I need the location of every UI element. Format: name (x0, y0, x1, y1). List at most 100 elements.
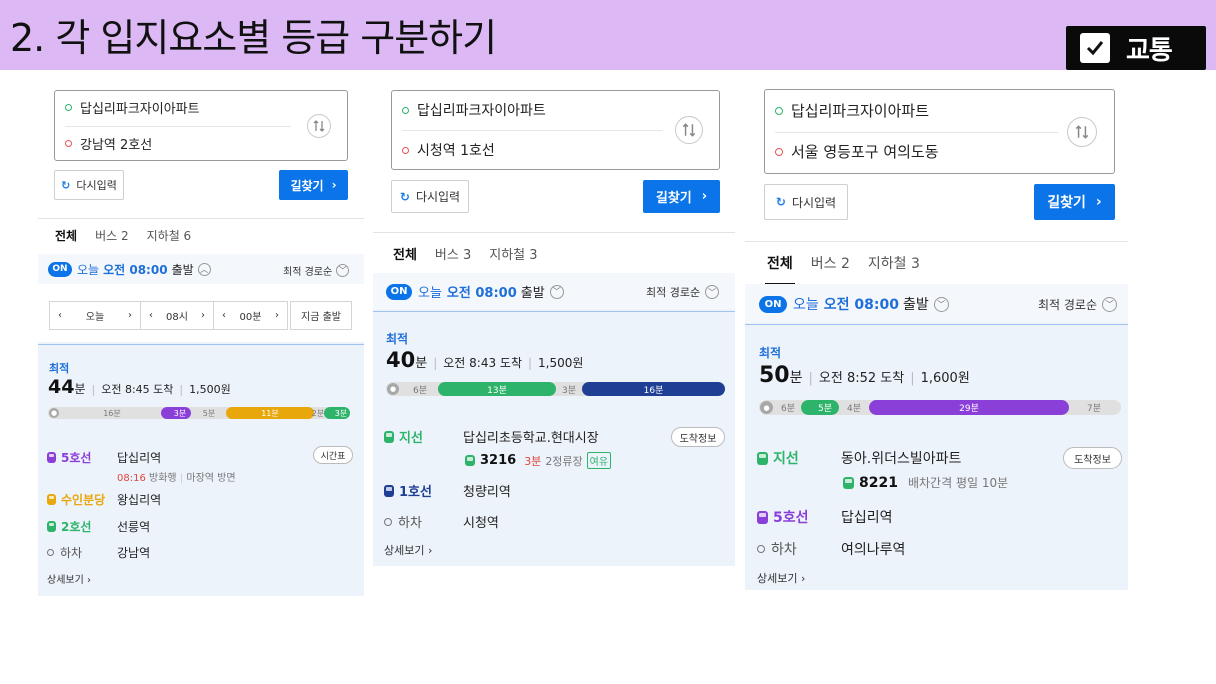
route-timeline-bar: ● 16분 3분 5분 11분 2분 3분 (48, 407, 350, 419)
congestion-badge: 여유 (586, 452, 612, 469)
route-timeline-bar: ● 6분 13분 3분 16분 (386, 382, 725, 396)
best-label: 최적 (386, 332, 409, 346)
swap-icon[interactable] (675, 116, 703, 144)
chevron-down-icon[interactable]: ﹀ (549, 284, 564, 299)
route-panel-1: 답십리파크자이아파트 강남역 2호선 ↻ 다시입력 길찾기 › 전체 버스 2 지하… (38, 82, 364, 596)
route-panel-2: 답십리파크자이아파트 시청역 1호선 ↻ 다시입력 길찾기 › 전체 버스 3 지하… (373, 82, 735, 566)
sort-selector[interactable]: 최적 경로순 ﹀ (646, 284, 720, 300)
sort-selector[interactable]: 최적 경로순 ﹀ (1038, 296, 1118, 313)
walk-segment: 6분 (412, 385, 427, 396)
reset-button[interactable]: ↻ 다시입력 (54, 170, 124, 200)
destination-field[interactable]: 시청역 1호선 (402, 140, 495, 160)
walk-segment: 4분 (846, 404, 861, 414)
walk-segment: 6분 (780, 404, 795, 414)
refresh-icon: ↻ (61, 178, 71, 192)
arrival-info-button[interactable]: 도착정보 (1063, 447, 1122, 469)
route-summary: 40 분 | 오전 8:43 도착 | 1,500원 (386, 348, 584, 372)
bus-info: 8221 배차간격 평일 10분 (843, 474, 1008, 491)
chevron-up-icon[interactable]: ︿ (197, 263, 211, 276)
departure-setting[interactable]: ON 오늘 오전 08:00 출발 ﹀ (386, 282, 564, 301)
hour-picker[interactable]: ‹ 08시 › (140, 301, 214, 330)
step-line5: 5호선 답십리역 (47, 449, 357, 465)
subway-icon (47, 493, 56, 505)
sort-selector[interactable]: 최적 경로순 ﹀ (283, 263, 350, 278)
tab-subway[interactable]: 지하철 6 (147, 227, 192, 244)
tab-all[interactable]: 전체 (391, 244, 419, 275)
destination-field[interactable]: 서울 영등포구 여의도동 (775, 141, 939, 162)
bus-icon (384, 430, 394, 443)
arrival-info-button[interactable]: 도착정보 (671, 427, 725, 447)
line2-segment: 3분 (324, 407, 350, 419)
timetable-button[interactable]: 시간표 (313, 446, 353, 464)
route-input-box: 답십리파크자이아파트 서울 영등포구 여의도동 (764, 89, 1115, 174)
tab-subway[interactable]: 지하철 3 (868, 253, 920, 273)
time-picker: ‹ 오늘 › ‹ 08시 › ‹ 00분 › 지금 출발 (49, 301, 352, 330)
line1-segment: 16분 (582, 382, 725, 396)
depart-now-button[interactable]: 지금 출발 (290, 301, 352, 330)
subway-icon (47, 520, 56, 532)
on-badge: ON (386, 283, 412, 300)
walk-icon: ● (760, 401, 773, 414)
bundang-segment: 11분 (226, 407, 314, 419)
chevron-down-icon: ﹀ (336, 264, 350, 277)
detail-link[interactable]: 상세보기 › (384, 542, 432, 558)
train-info: 08:16 방화행 | 마장역 방면 (117, 473, 236, 484)
best-label: 최적 (49, 362, 70, 375)
chevron-down-icon: ﹀ (1102, 297, 1118, 312)
best-label: 최적 (759, 346, 782, 360)
minute-picker[interactable]: ‹ 00분 › (213, 301, 288, 330)
walk-segment: 7분 (1086, 404, 1101, 414)
end-dot-icon (384, 517, 392, 526)
step-alight: 하차 여의나루역 (757, 540, 1122, 558)
origin-field[interactable]: 답십리파크자이아파트 (65, 98, 200, 117)
walk-segment: 5분 (202, 408, 216, 418)
checkbox-icon (1080, 33, 1110, 63)
detail-link[interactable]: 상세보기 › (757, 570, 805, 586)
bus-segment: 5분 (801, 400, 839, 415)
step-line2: 2호선 선릉역 (47, 518, 357, 534)
destination-dot-icon (402, 146, 409, 154)
find-route-button[interactable]: 길찾기 › (279, 170, 348, 200)
step-alight: 하차 강남역 (47, 544, 357, 560)
tab-all[interactable]: 전체 (52, 227, 80, 256)
origin-field[interactable]: 답십리파크자이아파트 (775, 100, 929, 121)
refresh-icon: ↻ (399, 189, 410, 204)
swap-icon[interactable] (1067, 117, 1097, 147)
departure-setting[interactable]: ON 오늘 오전 08:00 출발 ﹀ (759, 294, 949, 314)
swap-icon[interactable] (307, 114, 331, 138)
page-title: 2. 각 입지요소별 등급 구분하기 (10, 16, 497, 60)
reset-button[interactable]: ↻ 다시입력 (764, 184, 848, 220)
on-badge: ON (759, 295, 787, 313)
step-line1: 1호선 청량리역 (384, 482, 729, 500)
bus-icon (757, 451, 768, 465)
subway-icon (757, 510, 768, 524)
find-route-button[interactable]: 길찾기 › (1034, 184, 1115, 220)
route-summary: 44 분 | 오전 8:45 도착 | 1,500원 (48, 376, 231, 398)
reset-button[interactable]: ↻ 다시입력 (391, 180, 469, 213)
find-route-button[interactable]: 길찾기 › (643, 180, 720, 213)
origin-dot-icon (775, 106, 783, 115)
step-bundang: 수인분당 왕십리역 (47, 491, 357, 507)
route-input-box: 답십리파크자이아파트 시청역 1호선 (391, 90, 720, 170)
bus-segment: 13분 (438, 382, 556, 396)
departure-setting[interactable]: ON 오늘 오전 08:00 출발 ︿ (48, 261, 211, 278)
tab-bus[interactable]: 버스 2 (811, 253, 850, 273)
tab-bus[interactable]: 버스 2 (95, 227, 129, 244)
transport-tabs: 전체 버스 2 지하철 6 (52, 227, 209, 256)
detail-link[interactable]: 상세보기 › (47, 571, 91, 586)
route-panel-3: 답십리파크자이아파트 서울 영등포구 여의도동 ↻ 다시입력 길찾기 › 전체 버스… (745, 82, 1128, 590)
chevron-down-icon: ﹀ (705, 285, 720, 299)
walk-icon: ● (387, 383, 399, 395)
route-timeline-bar: ● 6분 5분 4분 29분 7분 (759, 400, 1121, 415)
tab-subway[interactable]: 지하철 3 (489, 244, 537, 263)
destination-field[interactable]: 강남역 2호선 (65, 134, 152, 153)
origin-field[interactable]: 답십리파크자이아파트 (402, 100, 546, 120)
transport-tabs: 전체 버스 2 지하철 3 (765, 253, 938, 285)
end-dot-icon (757, 545, 765, 553)
destination-dot-icon (775, 147, 783, 156)
tab-all[interactable]: 전체 (765, 253, 795, 285)
chevron-down-icon[interactable]: ﹀ (933, 296, 949, 312)
day-picker[interactable]: ‹ 오늘 › (49, 301, 141, 330)
origin-dot-icon (402, 106, 409, 114)
tab-bus[interactable]: 버스 3 (435, 244, 471, 263)
